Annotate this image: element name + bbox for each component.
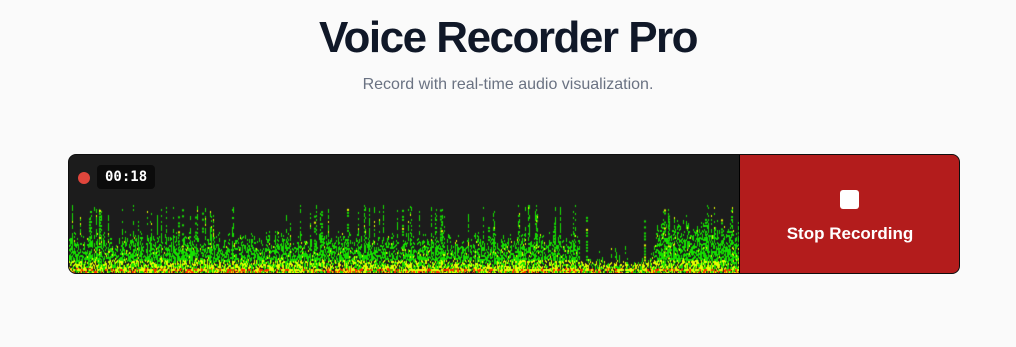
- stop-recording-label: Stop Recording: [786, 224, 914, 243]
- recorder-panel: 00:18 Stop Recording: [68, 154, 960, 274]
- stop-recording-button[interactable]: Stop Recording: [740, 155, 959, 273]
- recording-timer: 00:18: [97, 165, 156, 189]
- recording-indicator-icon: [78, 172, 90, 184]
- page-subtitle: Record with real-time audio visualizatio…: [362, 76, 654, 93]
- page: Voice Recorder Pro Record with real-time…: [0, 0, 1016, 347]
- audio-visualizer: 00:18: [69, 155, 740, 273]
- stop-icon: [840, 190, 859, 209]
- spectrogram-canvas: [69, 155, 740, 273]
- page-title: Voice Recorder Pro: [318, 13, 699, 62]
